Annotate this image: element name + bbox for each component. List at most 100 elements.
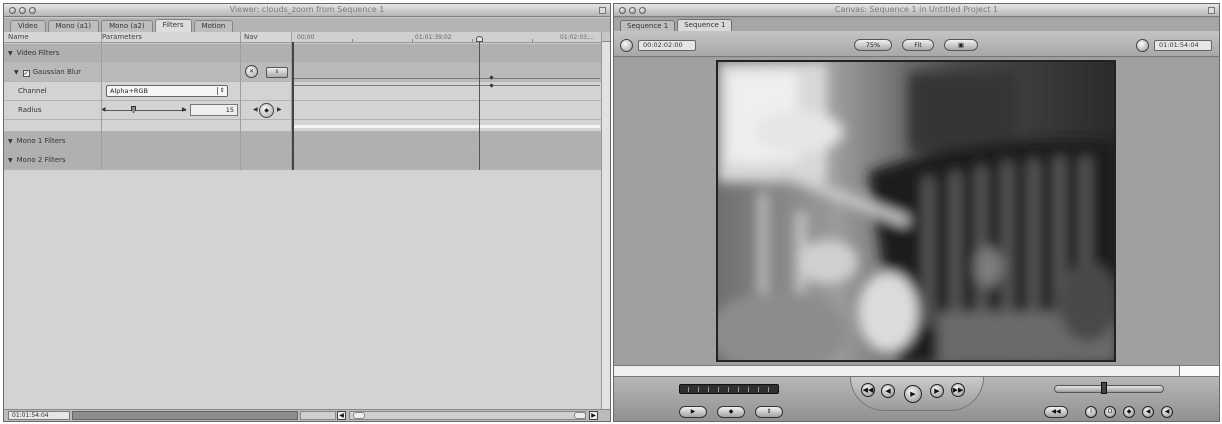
viewer-titlebar[interactable]: Viewer: clouds_zoom from Sequence 1 <box>4 4 610 17</box>
tab-sequence-1-active[interactable]: Sequence 1 <box>677 19 733 31</box>
row-video-filters[interactable]: ▼ Video Filters <box>4 44 602 63</box>
viewer-bottom-bar: 01:01:54:04 ◀ ▶ <box>4 409 610 421</box>
checkbox-icon[interactable]: ✓ <box>22 70 30 77</box>
horizontal-scrollbar[interactable] <box>349 411 586 420</box>
keyframe-graph-line <box>294 85 600 86</box>
go-to-next-edit-icon[interactable]: ▶▶ <box>951 383 965 397</box>
row-gaussian-blur[interactable]: ▼ ✓ Gaussian Blur ✕ ⇕ <box>4 63 602 82</box>
canvas-titlebar[interactable]: Canvas: Sequence 1 in Untitled Project 1 <box>614 4 1219 17</box>
duration-timecode[interactable]: 00:02:02:00 <box>638 40 696 51</box>
radius-field[interactable]: 15 <box>190 104 238 116</box>
overlay-popup[interactable]: ▣ <box>944 39 978 51</box>
duration-dial-icon[interactable] <box>620 39 633 52</box>
row-radius: Radius ◀ ▶ 15 ◆ ◀ ▶ <box>4 101 602 120</box>
shuttle-thumb[interactable] <box>1101 382 1107 394</box>
canvas-tabs: Sequence 1 Sequence 1 <box>614 18 1219 31</box>
tab-sequence-1[interactable]: Sequence 1 <box>620 20 676 31</box>
clear-marker-icon[interactable]: ◀ <box>1161 406 1173 418</box>
keyframe-ruler[interactable]: 00;00 01:01:39;02 01:02:03;... <box>292 32 602 43</box>
column-name[interactable]: Name <box>8 33 29 41</box>
transport-controls: ◀◀ ◀ ▶ ▶ ▶▶ ▶ ◆ ⇕ ◀◀ I O ◆ ◀ ◀ <box>614 377 1219 421</box>
filter-nav-menu[interactable]: ⇕ <box>266 67 288 78</box>
tab-video[interactable]: Video <box>10 20 46 32</box>
canvas-scrubber-bar[interactable] <box>614 365 1219 377</box>
scroll-right-icon[interactable]: ▶ <box>589 411 598 420</box>
canvas-window: Canvas: Sequence 1 in Untitled Project 1… <box>613 3 1220 422</box>
clip-start-marker <box>292 42 294 170</box>
radius-slider[interactable] <box>106 110 186 111</box>
disclosure-triangle-icon[interactable]: ▼ <box>8 138 13 145</box>
scroll-left-icon[interactable]: ◀ <box>337 411 346 420</box>
video-frame[interactable] <box>716 60 1116 362</box>
video-filters-label: Video Filters <box>16 49 60 57</box>
current-timecode[interactable]: 01:01:54:04 <box>1154 40 1212 51</box>
radius-slider-thumb[interactable] <box>131 106 136 113</box>
column-divider[interactable] <box>101 32 102 170</box>
disclosure-triangle-icon[interactable]: ▼ <box>8 157 13 164</box>
play-icon[interactable]: ▶ <box>904 385 922 403</box>
playhead-handle[interactable] <box>476 36 483 42</box>
view-popup[interactable]: Fit <box>902 39 934 51</box>
scrubber-end <box>1179 366 1219 376</box>
radius-label: Radius <box>18 106 42 114</box>
tab-mono-a2[interactable]: Mono (a2) <box>101 20 153 32</box>
canvas-title: Canvas: Sequence 1 in Untitled Project 1 <box>834 5 999 14</box>
filters-table: ▼ Video Filters ▼ ✓ Gaussian Blur ✕ ⇕ Chann… <box>4 44 602 170</box>
column-parameters[interactable]: Parameters <box>102 33 142 41</box>
gaussian-blur-label: Gaussian Blur <box>32 68 82 76</box>
next-keyframe-icon[interactable]: ▶ <box>277 106 282 113</box>
tab-mono-a1[interactable]: Mono (a1) <box>47 20 100 32</box>
radius-keyframe-track <box>294 125 600 128</box>
scroll-thumb-left[interactable] <box>353 412 365 419</box>
blurred-video-image <box>718 62 1114 360</box>
keyframe-graph-line <box>294 78 600 79</box>
row-mono2-filters[interactable]: ▼ Mono 2 Filters <box>4 151 602 170</box>
filters-empty-area <box>4 170 602 411</box>
current-time-dial-icon[interactable] <box>1136 39 1149 52</box>
play-around-icon[interactable]: ▶ <box>930 384 944 398</box>
column-nav[interactable]: Nav <box>244 33 258 41</box>
disclosure-triangle-icon[interactable]: ▼ <box>8 50 13 57</box>
viewer-window: Viewer: clouds_zoom from Sequence 1 Vide… <box>3 3 611 422</box>
replace-edit-button[interactable]: ⇕ <box>755 406 783 418</box>
go-to-prev-edit-icon[interactable]: ◀◀ <box>861 383 875 397</box>
match-frame-icon[interactable]: ◀◀ <box>1044 406 1068 418</box>
vertical-scrollbar[interactable] <box>601 32 610 411</box>
tab-filters[interactable]: Filters <box>154 19 192 32</box>
viewer-title: Viewer: clouds_zoom from Sequence 1 <box>229 5 385 14</box>
play-in-to-out-icon[interactable]: ◀ <box>881 384 895 398</box>
add-keyframe-icon[interactable]: ◆ <box>1123 406 1135 418</box>
ruler-label-mid: 01:01:39;02 <box>415 34 452 41</box>
mark-in-icon[interactable]: I <box>1085 406 1097 418</box>
prev-keyframe-icon[interactable]: ◀ <box>253 106 258 113</box>
playhead[interactable] <box>479 38 480 170</box>
tab-motion[interactable]: Motion <box>193 20 234 32</box>
zoom-control[interactable] <box>300 411 336 420</box>
zoom-popup[interactable]: 75% <box>854 39 892 51</box>
mark-out-icon[interactable]: O <box>1104 406 1116 418</box>
scroll-thumb-right[interactable] <box>574 412 586 419</box>
disclosure-triangle-icon[interactable]: ▼ <box>14 69 19 76</box>
slider-right-icon[interactable]: ▶ <box>182 106 187 113</box>
viewer-tabs: Video Mono (a1) Mono (a2) Filters Motion <box>4 18 610 32</box>
add-marker-icon[interactable]: ◀ <box>1142 406 1154 418</box>
mono1-filters-label: Mono 1 Filters <box>16 137 66 145</box>
channel-label: Channel <box>18 87 47 95</box>
zoom-slider-track[interactable] <box>72 411 298 420</box>
reset-icon[interactable]: ✕ <box>245 65 258 78</box>
ruler-label-start: 00;00 <box>297 34 315 41</box>
channel-dropdown[interactable]: Alpha+RGB ⇕ <box>106 85 228 97</box>
insert-edit-button[interactable]: ▶ <box>679 406 707 418</box>
updown-icon: ⇕ <box>217 87 226 95</box>
jog-control[interactable] <box>679 384 779 394</box>
collapse-icon[interactable] <box>1208 7 1215 14</box>
shuttle-control[interactable] <box>1054 385 1164 393</box>
row-mono1-filters[interactable]: ▼ Mono 1 Filters <box>4 132 602 151</box>
collapse-icon[interactable] <box>599 7 606 14</box>
column-divider[interactable] <box>240 32 241 170</box>
keyframe-icon[interactable]: ◆ <box>259 103 274 118</box>
ruler-label-end: 01:02:03;... <box>560 34 595 41</box>
overwrite-edit-button[interactable]: ◆ <box>717 406 745 418</box>
current-timecode-field[interactable]: 01:01:54:04 <box>8 411 70 420</box>
scroll-up-icon[interactable] <box>602 32 610 42</box>
